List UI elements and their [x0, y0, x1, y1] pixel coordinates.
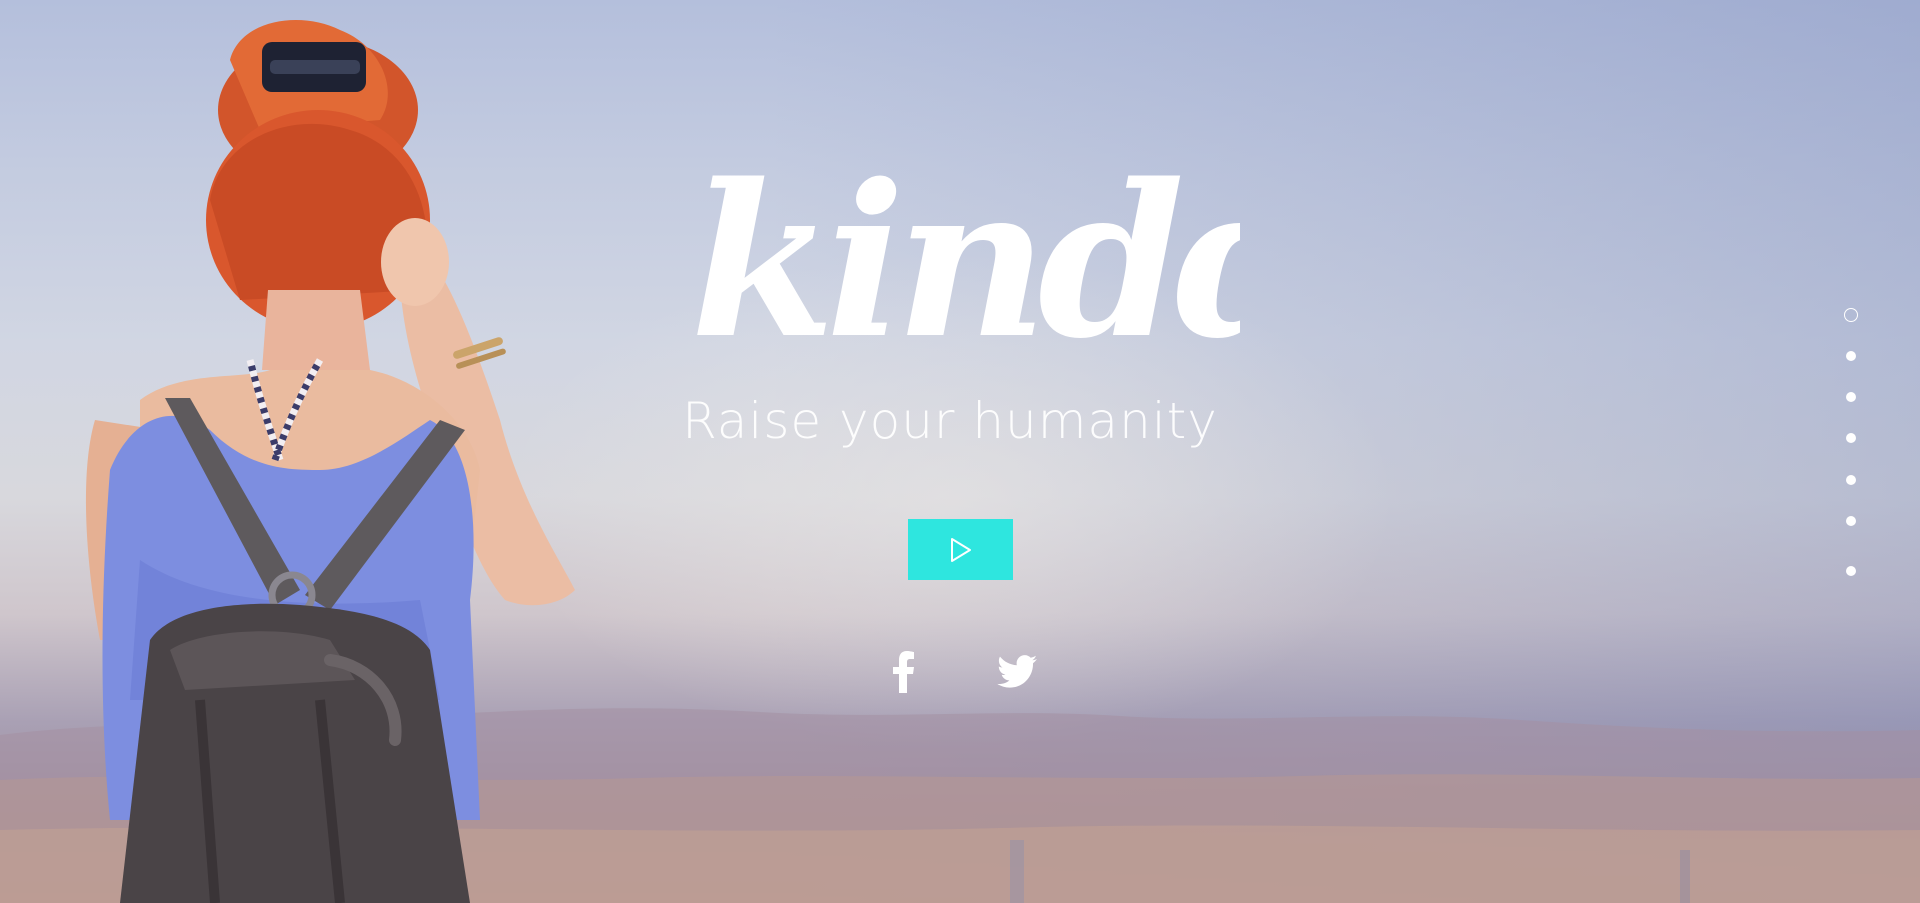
section-dot-7[interactable]: [1846, 566, 1856, 576]
section-dot-4[interactable]: [1846, 433, 1856, 443]
play-icon: [950, 537, 971, 562]
twitter-link[interactable]: [993, 648, 1041, 696]
tagline: Raise your humanity: [682, 392, 1218, 450]
twitter-icon: [997, 655, 1037, 688]
logo-text: kindd: [690, 138, 1240, 385]
section-dot-5[interactable]: [1846, 475, 1856, 485]
brand-logo: kindd: [690, 138, 1240, 385]
play-video-button[interactable]: [908, 519, 1013, 580]
section-dot-6[interactable]: [1846, 516, 1856, 526]
hero-photo-woman: [85, 20, 575, 903]
section-dot-1[interactable]: [1844, 308, 1858, 322]
section-dot-3[interactable]: [1846, 392, 1856, 402]
facebook-link[interactable]: [880, 648, 928, 696]
section-dots-nav: [1843, 308, 1859, 584]
facebook-icon: [893, 651, 914, 693]
section-dot-2[interactable]: [1846, 351, 1856, 361]
hero-section: kindd Raise your humanity: [0, 0, 1920, 903]
